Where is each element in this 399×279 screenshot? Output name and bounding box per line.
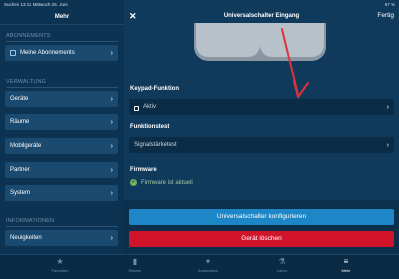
sidebar-item-label: Meine Abonnements [20,50,75,56]
action-area: Universalschalter konfigurieren Gerät lö… [124,200,399,254]
status-time: Suchen 13:11 Mittwoch 25. Juni [4,2,68,7]
sidebar-item-neuigkeiten[interactable]: Neuigkeiten › [5,230,118,246]
funktionstest-section-title: Funktionstest [130,124,170,130]
chevron-right-icon: › [110,189,113,197]
star-icon: ★ [56,257,64,266]
keypad-function-row[interactable]: Aktiv › [129,99,394,115]
sidebar-item-mobilgeraete[interactable]: Mobilgeräte › [5,138,118,154]
configure-button[interactable]: Universalschalter konfigurieren [129,209,394,225]
sidebar-item-label: System [10,190,31,196]
device-detail-panel: ✕ Universalschalter Eingang Fertig Keypa… [124,0,399,279]
tab-raeume[interactable]: ▮ Räume [105,257,165,274]
chevron-right-icon: › [386,103,389,111]
sidebar-item-geraete[interactable]: Geräte › [5,91,118,107]
signal-test-label: Signalstärketest [134,142,177,148]
tab-mehr[interactable]: ≡ Mehr [316,257,376,274]
chevron-right-icon: › [110,142,113,150]
chevron-right-icon: › [110,166,113,174]
status-bar: Suchen 13:11 Mittwoch 25. Juni 67 % [0,0,399,9]
sidebar-item-label: Mobilgeräte [10,143,42,149]
chevron-right-icon: › [386,141,389,149]
subscription-icon [10,50,16,56]
tab-automation[interactable]: ✦ Automation [178,257,238,274]
chevron-right-icon: › [110,118,113,126]
done-button[interactable]: Fertig [377,12,394,19]
tab-label: Automation [197,268,219,273]
tab-bar: ★ Favoriten ▮ Räume ✦ Automation ⚗ Labor… [0,254,399,279]
device-rocker-left [196,23,260,57]
layers-icon: ≡ [343,257,349,266]
firmware-status-text: Firmware ist aktuell [141,179,193,186]
flask-icon: ⚗ [278,257,286,266]
sidebar-item-label: Geräte [10,96,29,102]
battery-indicator: 67 % [384,2,395,7]
divider [6,41,118,42]
sidebar-item-partner[interactable]: Partner › [5,162,118,178]
keypad-value: Aktiv [143,104,157,110]
divider [6,226,118,227]
signal-test-row[interactable]: Signalstärketest › [129,137,394,153]
chevron-right-icon: › [110,49,113,57]
chevron-right-icon: › [110,234,113,242]
tab-labor[interactable]: ⚗ Labor [252,257,312,274]
chevron-right-icon: › [110,95,113,103]
section-informationen: INFORMATIONEN [6,218,55,224]
check-icon: ✓ [130,179,137,186]
tab-favoriten[interactable]: ★ Favoriten [30,257,90,274]
sidebar-item-raeume[interactable]: Räume › [5,114,118,130]
sidebar: Mehr ABONNEMENTS Meine Abonnements › VER… [0,0,124,279]
keypad-section-title: Keypad-Funktion [130,86,179,92]
door-icon: ▮ [132,257,138,266]
divider [6,87,118,88]
tab-label: Labor [276,268,288,273]
annotation-arrow [281,28,309,98]
page-title: Universalschalter Eingang [223,13,300,19]
tab-label: Favoriten [51,268,69,273]
lock-icon [134,105,139,111]
tab-label: Mehr [341,268,351,273]
wand-icon: ✦ [204,257,212,266]
firmware-section-title: Firmware [130,167,157,173]
sidebar-item-label: Partner [10,167,30,173]
sidebar-item-abonnements[interactable]: Meine Abonnements › [5,45,118,61]
sidebar-title: Mehr [0,9,124,25]
firmware-status: ✓ Firmware ist aktuell [130,179,193,186]
section-abonnements: ABONNEMENTS [6,33,51,39]
sidebar-item-system[interactable]: System › [5,185,118,201]
sidebar-item-label: Räume [10,119,30,125]
section-verwaltung: VERWALTUNG [6,79,47,85]
sidebar-item-label: Neuigkeiten [10,235,42,241]
delete-device-button[interactable]: Gerät löschen [129,231,394,247]
tab-label: Räume [128,268,142,273]
